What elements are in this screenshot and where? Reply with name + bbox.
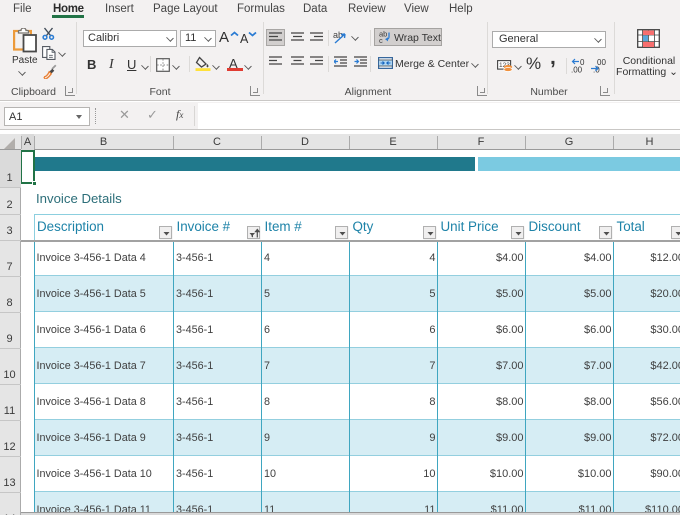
svg-text:c: c xyxy=(379,36,383,43)
svg-text:.00: .00 xyxy=(571,66,583,74)
